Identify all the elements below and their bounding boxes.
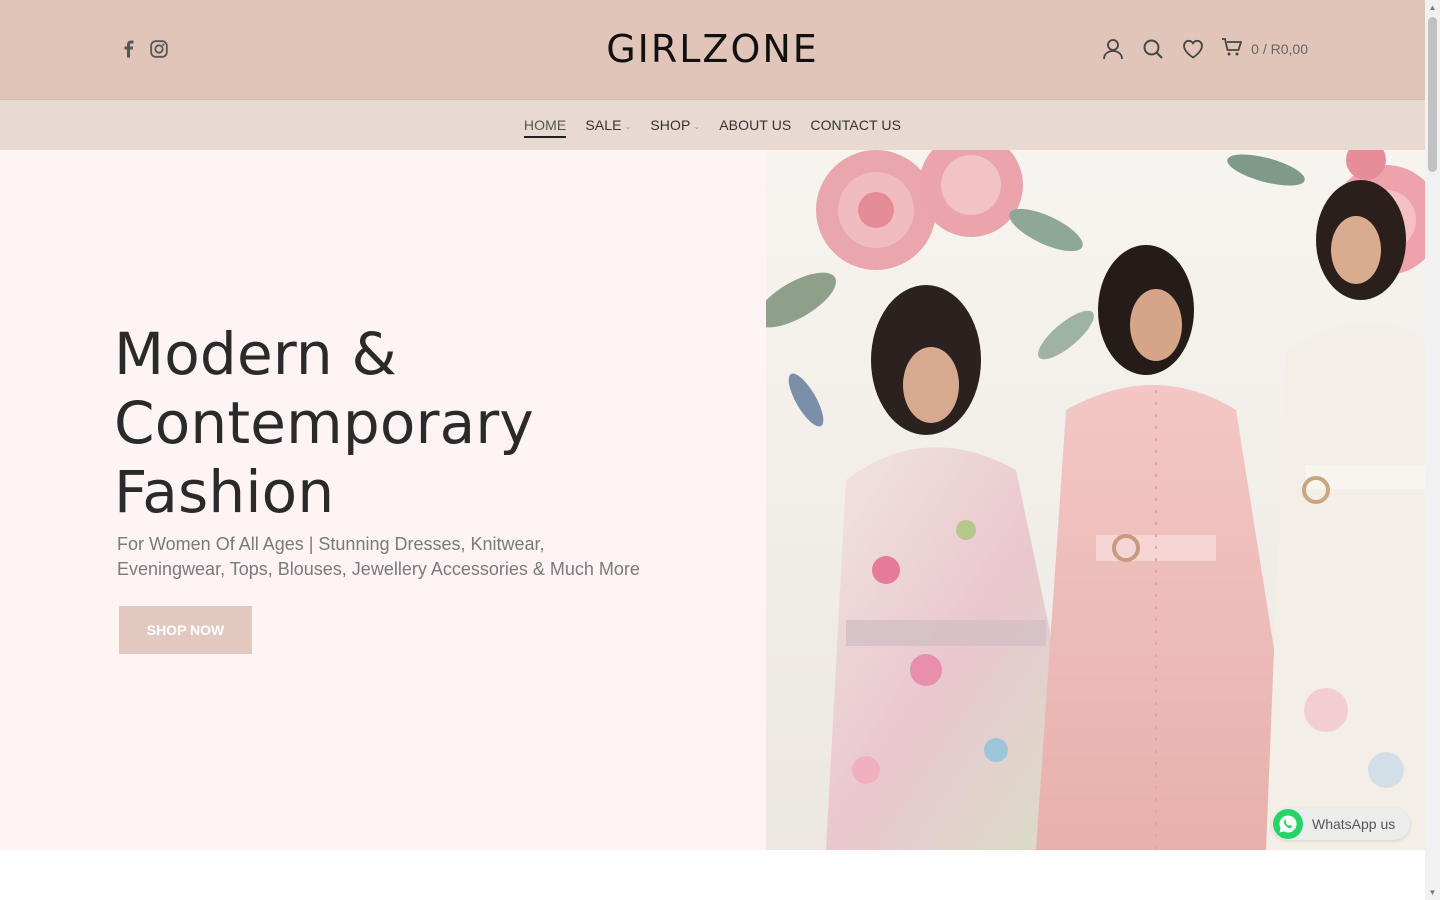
main-nav: HOME SALE ⌄ SHOP ⌄ ABOUT US CONTACT US xyxy=(0,100,1425,150)
nav-item-contact-us[interactable]: CONTACT US xyxy=(810,117,901,133)
nav-item-shop[interactable]: SHOP ⌄ xyxy=(650,117,700,133)
nav-item-home[interactable]: HOME xyxy=(523,112,567,138)
hero-photo-three-women-floral-dresses xyxy=(766,150,1425,850)
nav-item-sale[interactable]: SALE ⌄ xyxy=(585,117,631,133)
scroll-thumb[interactable] xyxy=(1428,17,1437,172)
whatsapp-button[interactable]: WhatsApp us xyxy=(1272,808,1410,840)
hero-image xyxy=(766,150,1425,850)
chevron-down-icon: ⌄ xyxy=(624,121,632,131)
page-scrollbar[interactable]: ▲ ▼ xyxy=(1425,0,1440,900)
nav-item-about-us[interactable]: ABOUT US xyxy=(719,117,791,133)
cart-button[interactable]: 0 / R0,00 xyxy=(1221,37,1308,62)
hero-title: Modern & Contemporary Fashion xyxy=(114,320,534,526)
site-header: GIRLZONE 0 / R0,00 xyxy=(0,0,1425,100)
shop-now-button[interactable]: SHOP NOW xyxy=(119,606,252,654)
header-tools: 0 / R0,00 xyxy=(1101,36,1308,62)
cart-icon xyxy=(1221,37,1243,62)
scroll-up-arrow-icon[interactable]: ▲ xyxy=(1425,0,1440,15)
whatsapp-icon xyxy=(1273,809,1303,839)
user-icon[interactable] xyxy=(1101,36,1125,62)
heart-icon[interactable] xyxy=(1181,36,1205,62)
chevron-down-icon: ⌄ xyxy=(693,121,701,131)
scroll-down-arrow-icon[interactable]: ▼ xyxy=(1425,885,1440,900)
cart-total: 0 / R0,00 xyxy=(1251,41,1308,57)
page: GIRLZONE 0 / R0,00 HOME SALE ⌄ SHOP ⌄ AB… xyxy=(0,0,1425,900)
search-icon[interactable] xyxy=(1141,36,1165,62)
whatsapp-label: WhatsApp us xyxy=(1312,816,1396,832)
hero-text-panel: Modern & Contemporary Fashion For Women … xyxy=(0,150,766,850)
hero-subtitle: For Women Of All Ages | Stunning Dresses… xyxy=(117,534,640,579)
